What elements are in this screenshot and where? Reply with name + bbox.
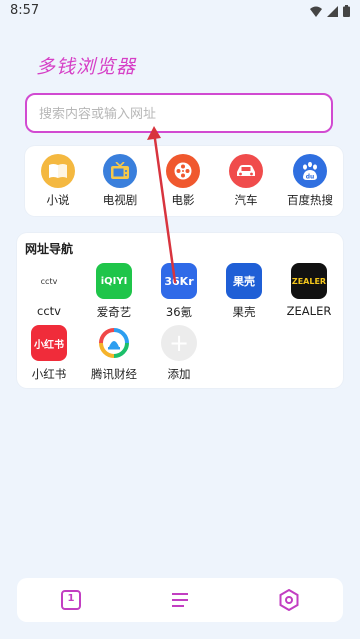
- baidu-paw-icon: du: [293, 154, 327, 188]
- site-label: cctv: [37, 304, 61, 318]
- site-label: 腾讯财经: [91, 367, 137, 381]
- site-iqiyi[interactable]: iQIYI 爱奇艺: [82, 263, 146, 320]
- iqiyi-logo-icon: iQIYI: [96, 263, 132, 299]
- status-icons: [310, 5, 350, 17]
- quick-link-label: 电视剧: [102, 193, 138, 207]
- site-cctv[interactable]: cctv cctv: [17, 263, 81, 318]
- menu-icon: [172, 593, 188, 607]
- quick-link-baidu-hot[interactable]: du 百度热搜: [279, 154, 341, 208]
- site-nav-title: 网址导航: [25, 242, 74, 256]
- settings-hexagon-icon: [279, 589, 299, 611]
- guokr-logo-icon: 果壳: [226, 263, 262, 299]
- quick-link-label: 小说: [46, 193, 70, 207]
- search-input[interactable]: [37, 95, 321, 133]
- site-add[interactable]: + 添加: [147, 325, 211, 382]
- zealer-logo-icon: ZEALER: [291, 263, 327, 299]
- site-label: 果壳: [232, 305, 256, 319]
- cell-signal-icon: [327, 5, 338, 17]
- 36kr-logo-icon: 36Kr: [161, 263, 197, 299]
- site-nav-card: 网址导航 cctv cctv iQIYI 爱奇艺 36Kr 36氪 果壳 果壳 …: [17, 233, 343, 388]
- quick-link-label: 百度热搜: [287, 193, 333, 207]
- site-label: 小红书: [31, 367, 67, 381]
- tv-icon: [103, 154, 137, 188]
- menu-button[interactable]: [166, 586, 194, 614]
- app-title: 多钱浏览器: [36, 56, 137, 78]
- tab-count: 1: [67, 593, 75, 604]
- book-icon: [41, 154, 75, 188]
- quick-link-label: 电影: [171, 193, 195, 207]
- car-icon: [229, 154, 263, 188]
- settings-button[interactable]: [275, 586, 303, 614]
- site-zealer[interactable]: ZEALER ZEALER: [277, 263, 341, 318]
- site-label: 爱奇艺: [96, 305, 132, 319]
- search-box[interactable]: [25, 93, 333, 133]
- battery-icon: [343, 5, 350, 17]
- svg-text:du: du: [306, 174, 315, 181]
- film-reel-icon: [166, 154, 200, 188]
- status-time: 8:57: [10, 3, 40, 18]
- quick-link-novel[interactable]: 小说: [27, 154, 89, 208]
- site-guokr[interactable]: 果壳 果壳: [212, 263, 276, 320]
- status-bar: 8:57: [0, 0, 360, 24]
- quick-link-car[interactable]: 汽车: [215, 154, 277, 208]
- bottom-nav-bar: 1: [17, 578, 343, 622]
- tabs-button[interactable]: 1: [57, 586, 85, 614]
- quick-link-label: 汽车: [234, 193, 258, 207]
- site-label: 36氪: [165, 305, 193, 319]
- quick-link-movie[interactable]: 电影: [152, 154, 214, 208]
- xiaohongshu-logo-icon: 小红书: [31, 325, 67, 361]
- quick-links-card: 小说 电视剧 电影 汽车 du 百度热搜: [25, 146, 343, 216]
- cctv-logo-icon: cctv: [31, 263, 67, 299]
- site-label: 添加: [167, 367, 191, 381]
- site-label: ZEALER: [286, 304, 332, 318]
- tencent-finance-logo-icon: [96, 325, 132, 361]
- add-icon: +: [161, 325, 197, 361]
- site-36kr[interactable]: 36Kr 36氪: [147, 263, 211, 320]
- quick-link-tv-series[interactable]: 电视剧: [89, 154, 151, 208]
- site-tencent-finance[interactable]: 腾讯财经: [82, 325, 146, 382]
- wifi-icon: [310, 6, 322, 17]
- site-xiaohongshu[interactable]: 小红书 小红书: [17, 325, 81, 382]
